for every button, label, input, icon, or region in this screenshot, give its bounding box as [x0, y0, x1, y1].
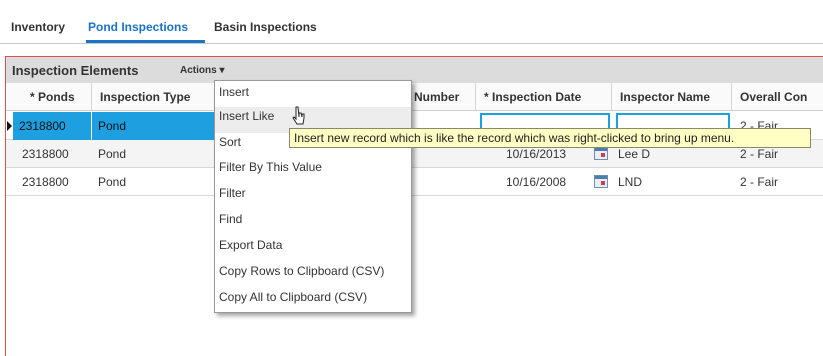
column-header-inspection-type[interactable]: Inspection Type	[92, 83, 216, 111]
tab-divider	[0, 43, 823, 44]
menu-item-insert[interactable]: Insert	[215, 83, 411, 109]
tab-basin-inspections[interactable]: Basin Inspections	[214, 20, 317, 34]
cell-pond[interactable]: 2318800	[16, 140, 92, 168]
cell-pond[interactable]: 2318800	[16, 168, 92, 196]
column-header-inspection-date[interactable]: * Inspection Date	[476, 83, 612, 111]
inspection-elements-panel: Inspection Elements Actions ▾ * Ponds In…	[5, 56, 823, 356]
mouse-cursor-icon	[292, 106, 305, 125]
cell-inspection-date[interactable]: 10/16/2008	[500, 168, 586, 196]
actions-button[interactable]: Actions ▾	[180, 65, 224, 76]
cell-overall-condition[interactable]: 2 - Fair	[734, 168, 823, 196]
tab-inventory[interactable]: Inventory	[11, 20, 65, 34]
cell-pond[interactable]: 2318800	[13, 112, 91, 140]
panel-title: Inspection Elements	[12, 63, 139, 78]
context-menu: Insert Insert Like Sort Filter By This V…	[214, 80, 412, 313]
menu-item-export-data[interactable]: Export Data	[215, 236, 411, 262]
current-row-indicator	[7, 121, 12, 131]
menu-item-copy-rows-csv[interactable]: Copy Rows to Clipboard (CSV)	[215, 262, 411, 288]
panel-header: Inspection Elements Actions ▾	[6, 57, 823, 83]
menu-item-filter-by-value[interactable]: Filter By This Value	[215, 158, 411, 184]
menu-item-filter[interactable]: Filter	[215, 184, 411, 210]
table-row[interactable]: 2318800 Pond 10/16/2008 LND 2 - Fair	[6, 168, 823, 196]
menu-item-find[interactable]: Find	[215, 210, 411, 236]
column-header-overall-condition[interactable]: Overall Con	[732, 83, 823, 111]
menu-item-copy-all-csv[interactable]: Copy All to Clipboard (CSV)	[215, 288, 411, 314]
cell-inspection-type[interactable]: Pond	[92, 140, 216, 168]
column-header-ponds[interactable]: * Ponds	[16, 83, 92, 111]
calendar-icon[interactable]	[594, 147, 608, 160]
column-header-number[interactable]: Number	[406, 83, 476, 111]
tab-pond-inspections[interactable]: Pond Inspections	[88, 20, 188, 34]
calendar-icon[interactable]	[594, 175, 608, 188]
cell-inspection-type[interactable]: Pond	[92, 112, 216, 140]
column-header-inspector-name[interactable]: Inspector Name	[612, 83, 732, 111]
cell-inspector-name[interactable]: LND	[612, 168, 732, 196]
tab-bar: Inventory Pond Inspections Basin Inspect…	[0, 0, 823, 44]
cell-inspection-type[interactable]: Pond	[92, 168, 216, 196]
tooltip: Insert new record which is like the reco…	[289, 128, 811, 148]
grid-header: * Ponds Inspection Type Number * Inspect…	[6, 83, 823, 111]
